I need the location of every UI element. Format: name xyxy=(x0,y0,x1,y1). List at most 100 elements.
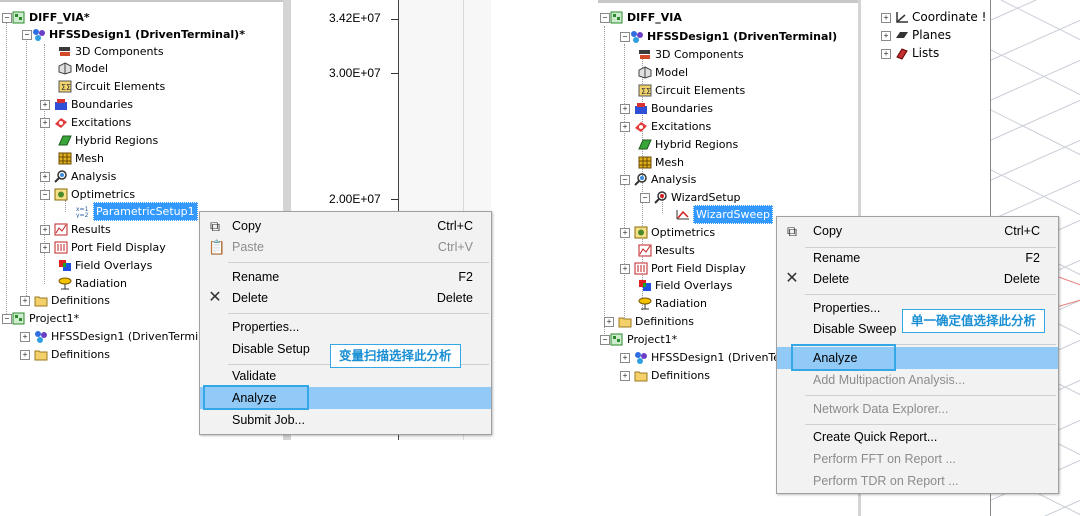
tree-item-port-field-display[interactable]: + Port Field Display xyxy=(620,260,746,277)
menu-item-rename[interactable]: Rename F2 xyxy=(777,247,1058,269)
mesh-icon xyxy=(58,152,72,165)
tree-item-circuit-elements[interactable]: ΣΣ Circuit Elements xyxy=(638,82,745,99)
tree-item-model[interactable]: Model xyxy=(58,60,108,77)
tree-item-hybrid-regions[interactable]: Hybrid Regions xyxy=(58,132,158,149)
tree-item-parametricsetup1[interactable]: x=1 y=2 ParametricSetup1 xyxy=(76,202,198,221)
expand-icon[interactable]: + xyxy=(40,171,50,182)
tree-item-boundaries[interactable]: + Boundaries xyxy=(40,96,133,113)
tree-item-results[interactable]: + Results xyxy=(40,221,111,238)
collapse-icon[interactable]: − xyxy=(22,29,32,40)
tree-item-analysis[interactable]: − Analysis xyxy=(620,171,696,188)
side-tree-lists[interactable]: + Lists xyxy=(881,45,939,62)
tree-project-diff-via[interactable]: − DIFF_VIA xyxy=(600,9,682,26)
menu-item-properties[interactable]: Properties... xyxy=(200,316,491,338)
tree-design[interactable]: − HFSSDesign1 (DrivenTerminal)* xyxy=(22,26,245,43)
delete-icon: ✕ xyxy=(785,270,799,287)
expand-icon[interactable]: + xyxy=(620,227,630,238)
expand-icon[interactable]: + xyxy=(620,352,630,363)
folder-icon xyxy=(34,348,48,361)
menu-item-paste[interactable]: 📋 Paste Ctrl+V xyxy=(200,236,491,258)
tree-project1[interactable]: − Project1* xyxy=(2,310,79,327)
expand-icon[interactable]: + xyxy=(40,117,50,128)
expand-icon[interactable]: + xyxy=(620,103,630,114)
expand-icon[interactable]: + xyxy=(881,12,891,23)
expand-icon[interactable]: + xyxy=(40,99,50,110)
tree-item-optimetrics[interactable]: + Optimetrics xyxy=(620,224,715,241)
tree-item-model[interactable]: Model xyxy=(638,64,688,81)
tree-item-field-overlays[interactable]: Field Overlays xyxy=(638,277,732,294)
menu-item-submit-job[interactable]: Submit Job... xyxy=(200,409,491,431)
tree-item-optimetrics[interactable]: − Optimetrics xyxy=(40,186,135,203)
tree-definitions2[interactable]: + Definitions xyxy=(20,346,110,363)
expand-icon[interactable]: + xyxy=(20,331,30,342)
collapse-icon[interactable]: − xyxy=(40,189,50,200)
expand-icon[interactable]: + xyxy=(881,30,891,41)
menu-item-validate[interactable]: Validate xyxy=(200,365,491,387)
tree-item-analysis[interactable]: + Analysis xyxy=(40,168,116,185)
tree-item-hybrid-regions[interactable]: Hybrid Regions xyxy=(638,136,738,153)
expand-icon[interactable]: + xyxy=(620,263,630,274)
expand-icon[interactable]: + xyxy=(604,316,614,327)
analysis-setup-icon xyxy=(654,191,668,204)
tree-item-radiation[interactable]: Radiation xyxy=(638,295,707,312)
collapse-icon[interactable]: − xyxy=(620,31,630,42)
annotation-parametric: 变量扫描选择此分析 xyxy=(330,344,461,368)
expand-icon[interactable]: + xyxy=(20,295,30,306)
menu-item-perform-tdr[interactable]: Perform TDR on Report ... xyxy=(777,470,1058,492)
tree-project1[interactable]: − Project1* xyxy=(600,331,677,348)
expand-icon[interactable]: + xyxy=(20,349,30,360)
menu-item-create-quick-report[interactable]: Create Quick Report... xyxy=(777,426,1058,448)
tree-item-3d-components[interactable]: 3D Components xyxy=(58,43,164,60)
tree-item-3d-components[interactable]: 3D Components xyxy=(638,46,744,63)
collapse-icon[interactable]: − xyxy=(620,174,630,185)
expand-icon[interactable]: + xyxy=(620,121,630,132)
project-icon xyxy=(610,11,624,24)
optimetrics-icon xyxy=(634,226,648,239)
tree-project-diff-via[interactable]: − DIFF_VIA* xyxy=(2,9,90,26)
expand-icon[interactable]: + xyxy=(620,370,630,381)
expand-icon[interactable]: + xyxy=(40,242,50,253)
radiation-icon xyxy=(58,277,72,290)
folder-icon xyxy=(34,294,48,307)
tree-design2[interactable]: + HFSSDesign1 (DrivenTerminal) xyxy=(20,328,219,345)
tree-item-results[interactable]: Results xyxy=(638,242,695,259)
expand-icon[interactable]: + xyxy=(881,48,891,59)
tree-item-excitations[interactable]: + Excitations xyxy=(40,114,131,131)
collapse-icon[interactable]: − xyxy=(600,334,610,345)
excitations-icon xyxy=(54,116,68,129)
collapse-icon[interactable]: − xyxy=(2,313,12,324)
side-tree-coordinate[interactable]: + Coordinate ! xyxy=(881,9,986,26)
side-tree-planes[interactable]: + Planes xyxy=(881,27,951,44)
collapse-icon[interactable]: − xyxy=(640,192,650,203)
project-icon xyxy=(610,333,624,346)
expand-icon[interactable]: + xyxy=(40,224,50,235)
tree-item-radiation[interactable]: Radiation xyxy=(58,275,127,292)
menu-item-delete[interactable]: ✕ Delete Delete xyxy=(777,268,1058,290)
collapse-icon[interactable]: − xyxy=(600,12,610,23)
tree-item-wizardsetup[interactable]: − WizardSetup xyxy=(640,189,741,206)
menu-item-delete[interactable]: ✕ Delete Delete xyxy=(200,287,491,309)
tree-design[interactable]: − HFSSDesign1 (DrivenTerminal) xyxy=(620,28,837,45)
y-axis-tick-label: 3.42E+07 xyxy=(329,11,381,25)
sweep-icon xyxy=(676,208,690,221)
tree-item-circuit-elements[interactable]: ΣΣ Circuit Elements xyxy=(58,78,165,95)
collapse-icon[interactable]: − xyxy=(2,12,12,23)
tree-item-mesh[interactable]: Mesh xyxy=(58,150,104,167)
tree-item-field-overlays[interactable]: Field Overlays xyxy=(58,257,152,274)
tree-item-definitions[interactable]: + Definitions xyxy=(604,313,694,330)
tree-definitions2[interactable]: + Definitions xyxy=(620,367,710,384)
menu-item-copy[interactable]: ⧉ Copy Ctrl+C xyxy=(200,215,491,237)
tree-item-boundaries[interactable]: + Boundaries xyxy=(620,100,713,117)
tree-item-mesh[interactable]: Mesh xyxy=(638,154,684,171)
menu-item-copy[interactable]: ⧉ Copy Ctrl+C xyxy=(777,220,1058,242)
menu-item-network-data-explorer[interactable]: Network Data Explorer... xyxy=(777,398,1058,420)
tree-item-wizardsweep[interactable]: WizardSweep xyxy=(676,205,774,224)
menu-item-rename[interactable]: Rename F2 xyxy=(200,266,491,288)
tree-item-excitations[interactable]: + Excitations xyxy=(620,118,711,135)
svg-text:y=2: y=2 xyxy=(76,212,89,218)
menu-item-add-multipaction[interactable]: Add Multipaction Analysis... xyxy=(777,369,1058,391)
menu-item-perform-fft[interactable]: Perform FFT on Report ... xyxy=(777,448,1058,470)
tree-item-definitions[interactable]: + Definitions xyxy=(20,292,110,309)
tree-item-port-field-display[interactable]: + Port Field Display xyxy=(40,239,166,256)
planes-icon xyxy=(895,29,909,42)
